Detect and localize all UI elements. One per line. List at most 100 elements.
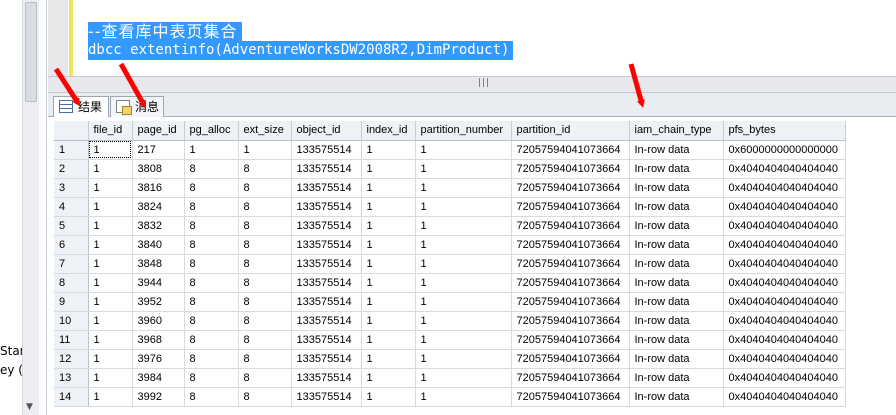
grid-cell-partition-number[interactable]: 1 [415, 140, 512, 160]
code-line-statement[interactable]: dbcc extentinfo(AdventureWorksDW2008R2,D… [88, 41, 514, 60]
grid-cell-ext-size[interactable]: 8 [238, 349, 292, 369]
grid-cell-page-id[interactable]: 3832 [132, 216, 185, 236]
grid-cell-partition-number[interactable]: 1 [415, 254, 512, 274]
column-header-pfs-bytes[interactable]: pfs_bytes [723, 121, 846, 141]
grid-cell-page-id[interactable]: 3816 [132, 178, 185, 198]
grid-cell-iam-chain-type[interactable]: In-row data [629, 311, 724, 331]
splitter-grip-icon[interactable]: ||| [478, 78, 490, 88]
row-number[interactable]: 14 [54, 387, 89, 407]
grid-cell-iam-chain-type[interactable]: In-row data [629, 273, 724, 293]
grid-cell-page-id[interactable]: 3976 [132, 349, 185, 369]
table-row[interactable]: 7 1 3848 8 8 133575514 1 1 72057594041073664 In-r… [54, 254, 846, 274]
column-header-index-id[interactable]: index_id [361, 121, 416, 141]
grid-cell-pfs-bytes[interactable]: 0x4040404040404040 [723, 178, 846, 198]
grid-cell-iam-chain-type[interactable]: In-row data [629, 140, 724, 160]
row-number[interactable]: 1 [54, 140, 89, 160]
grid-cell-iam-chain-type[interactable]: In-row data [629, 235, 724, 255]
grid-cell-partition-number[interactable]: 1 [415, 387, 512, 407]
grid-cell-file-id[interactable]: 1 [88, 140, 133, 160]
row-number[interactable]: 8 [54, 273, 89, 293]
table-row[interactable]: 1 1 217 1 1 133575514 1 1 72057594041073664 In-ro… [54, 140, 846, 160]
grid-cell-iam-chain-type[interactable]: In-row data [629, 197, 724, 217]
column-header-object-id[interactable]: object_id [291, 121, 362, 141]
grid-cell-ext-size[interactable]: 8 [238, 235, 292, 255]
grid-cell-index-id[interactable]: 1 [361, 235, 416, 255]
grid-cell-index-id[interactable]: 1 [361, 273, 416, 293]
grid-cell-partition-id[interactable]: 72057594041073664 [511, 235, 630, 255]
grid-cell-index-id[interactable]: 1 [361, 159, 416, 179]
grid-cell-file-id[interactable]: 1 [88, 197, 133, 217]
tab-messages[interactable]: 消息 [110, 96, 164, 117]
row-number[interactable]: 4 [54, 197, 89, 217]
grid-cell-partition-id[interactable]: 72057594041073664 [511, 387, 630, 407]
grid-cell-pfs-bytes[interactable]: 0x4040404040404040 [723, 311, 846, 331]
grid-cell-partition-number[interactable]: 1 [415, 197, 512, 217]
grid-cell-ext-size[interactable]: 8 [238, 292, 292, 312]
grid-cell-pfs-bytes[interactable]: 0x4040404040404040 [723, 159, 846, 179]
grid-cell-iam-chain-type[interactable]: In-row data [629, 159, 724, 179]
grid-cell-pg-alloc[interactable]: 8 [184, 368, 239, 388]
grid-cell-pg-alloc[interactable]: 8 [184, 387, 239, 407]
grid-cell-file-id[interactable]: 1 [88, 387, 133, 407]
grid-cell-ext-size[interactable]: 8 [238, 330, 292, 350]
grid-cell-pfs-bytes[interactable]: 0x4040404040404040 [723, 330, 846, 350]
grid-cell-index-id[interactable]: 1 [361, 368, 416, 388]
grid-cell-partition-number[interactable]: 1 [415, 292, 512, 312]
column-header-partition-id[interactable]: partition_id [511, 121, 630, 141]
grid-cell-page-id[interactable]: 3824 [132, 197, 185, 217]
grid-cell-partition-id[interactable]: 72057594041073664 [511, 273, 630, 293]
grid-cell-index-id[interactable]: 1 [361, 178, 416, 198]
grid-cell-file-id[interactable]: 1 [88, 311, 133, 331]
column-header-iam-chain-type[interactable]: iam_chain_type [629, 121, 724, 141]
grid-cell-file-id[interactable]: 1 [88, 330, 133, 350]
grid-cell-object-id[interactable]: 133575514 [291, 159, 362, 179]
row-number-header[interactable] [54, 121, 89, 141]
grid-cell-index-id[interactable]: 1 [361, 311, 416, 331]
row-number[interactable]: 2 [54, 159, 89, 179]
table-row[interactable]: 10 1 3960 8 8 133575514 1 1 72057594041073664 In-… [54, 311, 846, 331]
row-number[interactable]: 11 [54, 330, 89, 350]
pane-splitter[interactable]: ||| [48, 76, 896, 93]
grid-cell-object-id[interactable]: 133575514 [291, 140, 362, 160]
table-row[interactable]: 9 1 3952 8 8 133575514 1 1 72057594041073664 In-r… [54, 292, 846, 312]
grid-cell-object-id[interactable]: 133575514 [291, 387, 362, 407]
grid-cell-pfs-bytes[interactable]: 0x6000000000000000 [723, 140, 846, 160]
grid-cell-object-id[interactable]: 133575514 [291, 273, 362, 293]
grid-cell-page-id[interactable]: 3944 [132, 273, 185, 293]
grid-cell-page-id[interactable]: 217 [132, 140, 185, 160]
column-header-ext-size[interactable]: ext_size [238, 121, 292, 141]
grid-cell-partition-id[interactable]: 72057594041073664 [511, 254, 630, 274]
grid-cell-page-id[interactable]: 3848 [132, 254, 185, 274]
grid-cell-index-id[interactable]: 1 [361, 292, 416, 312]
grid-cell-partition-number[interactable]: 1 [415, 235, 512, 255]
grid-cell-ext-size[interactable]: 8 [238, 387, 292, 407]
grid-cell-file-id[interactable]: 1 [88, 159, 133, 179]
grid-cell-page-id[interactable]: 3960 [132, 311, 185, 331]
grid-cell-ext-size[interactable]: 8 [238, 254, 292, 274]
grid-cell-file-id[interactable]: 1 [88, 235, 133, 255]
grid-cell-pg-alloc[interactable]: 1 [184, 140, 239, 160]
grid-cell-iam-chain-type[interactable]: In-row data [629, 387, 724, 407]
grid-cell-iam-chain-type[interactable]: In-row data [629, 292, 724, 312]
grid-cell-page-id[interactable]: 3840 [132, 235, 185, 255]
grid-cell-partition-id[interactable]: 72057594041073664 [511, 368, 630, 388]
column-header-partition-number[interactable]: partition_number [415, 121, 512, 141]
grid-cell-ext-size[interactable]: 8 [238, 368, 292, 388]
grid-cell-object-id[interactable]: 133575514 [291, 216, 362, 236]
table-row[interactable]: 6 1 3840 8 8 133575514 1 1 72057594041073664 In-r… [54, 235, 846, 255]
grid-cell-index-id[interactable]: 1 [361, 387, 416, 407]
grid-cell-file-id[interactable]: 1 [88, 349, 133, 369]
grid-cell-partition-id[interactable]: 72057594041073664 [511, 178, 630, 198]
grid-cell-file-id[interactable]: 1 [88, 273, 133, 293]
grid-cell-partition-number[interactable]: 1 [415, 368, 512, 388]
grid-cell-page-id[interactable]: 3808 [132, 159, 185, 179]
grid-cell-ext-size[interactable]: 1 [238, 140, 292, 160]
row-number[interactable]: 12 [54, 349, 89, 369]
row-number[interactable]: 9 [54, 292, 89, 312]
grid-cell-partition-number[interactable]: 1 [415, 216, 512, 236]
grid-cell-index-id[interactable]: 1 [361, 254, 416, 274]
grid-cell-partition-number[interactable]: 1 [415, 330, 512, 350]
grid-cell-pfs-bytes[interactable]: 0x4040404040404040 [723, 254, 846, 274]
grid-cell-file-id[interactable]: 1 [88, 178, 133, 198]
grid-cell-index-id[interactable]: 1 [361, 216, 416, 236]
